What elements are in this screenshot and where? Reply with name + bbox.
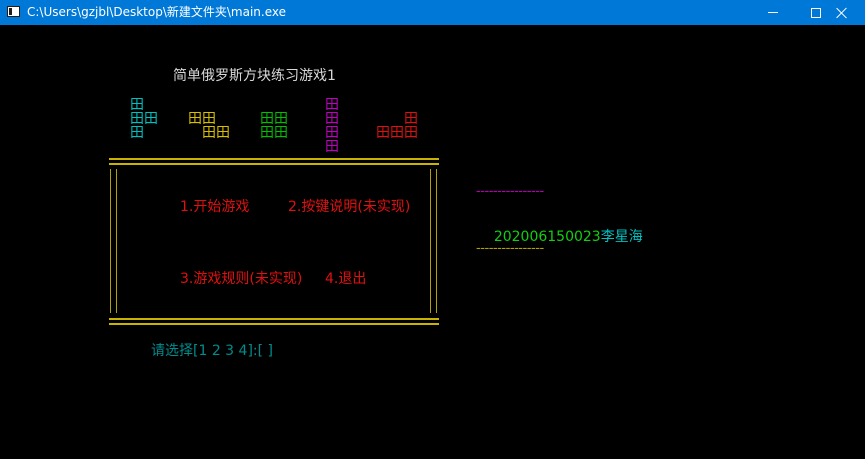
block: 田 — [188, 111, 202, 127]
menu-frame-top — [109, 158, 439, 165]
minimize-button[interactable] — [750, 0, 796, 25]
menu-option-start[interactable]: 1.开始游戏 — [180, 199, 249, 215]
close-icon — [836, 7, 848, 19]
window-title: C:\Users\gzjbl\Desktop\新建文件夹\main.exe — [27, 5, 287, 19]
block: 田 — [202, 125, 216, 141]
block: 田 — [144, 111, 158, 127]
block: 田 — [260, 125, 274, 141]
block: 田 — [390, 125, 404, 141]
menu-frame-left — [110, 169, 117, 313]
separator-top: ---------------- — [476, 183, 544, 199]
author-name: 李星海 — [600, 229, 643, 245]
block: 田 — [325, 139, 339, 155]
menu-option-rules[interactable]: 3.游戏规则(未实现) — [180, 271, 302, 287]
selection-prompt[interactable]: 请选择[1 2 3 4]:[ ] — [151, 343, 273, 359]
minimize-icon — [768, 12, 778, 13]
menu-option-exit[interactable]: 4.退出 — [325, 271, 366, 287]
console-window: C:\Users\gzjbl\Desktop\新建文件夹\main.exe 简单… — [0, 0, 865, 459]
game-title: 简单俄罗斯方块练习游戏1 — [173, 68, 336, 84]
close-button[interactable] — [819, 0, 865, 25]
title-bar[interactable]: C:\Users\gzjbl\Desktop\新建文件夹\main.exe — [0, 0, 865, 25]
block: 田 — [274, 125, 288, 141]
menu-frame-bottom — [109, 318, 439, 325]
block: 田 — [404, 125, 418, 141]
console-app-icon — [7, 6, 20, 17]
block: 田 — [216, 125, 230, 141]
menu-frame-right — [430, 169, 437, 313]
menu-option-controls[interactable]: 2.按键说明(未实现) — [288, 199, 410, 215]
block: 田 — [130, 125, 144, 141]
block: 田 — [376, 125, 390, 141]
separator-bottom: ---------------- — [476, 240, 544, 256]
